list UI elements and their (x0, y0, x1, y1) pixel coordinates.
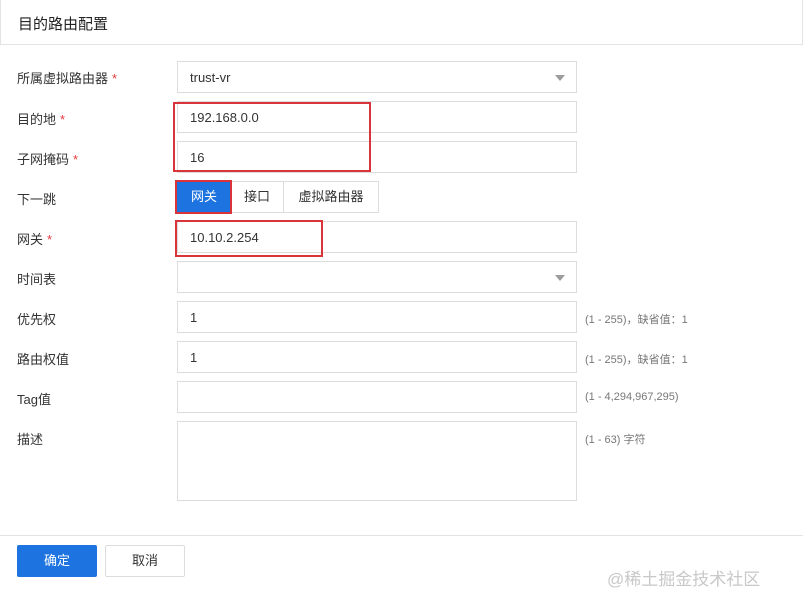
footer-divider (0, 535, 803, 536)
dialog-header: 目的路由配置 (0, 0, 803, 45)
required-mark: * (73, 152, 79, 167)
cancel-button[interactable]: 取消 (105, 545, 185, 577)
watermark: @稀土掘金技术社区 (607, 570, 761, 589)
description-textarea[interactable] (177, 421, 577, 501)
route-weight-input[interactable]: 1 (177, 341, 577, 373)
priority-hint: (1 - 255)，缺省值：1 (585, 314, 688, 326)
destination-input[interactable]: 192.168.0.0 (177, 101, 577, 133)
required-mark: * (112, 71, 118, 86)
schedule-label: 时间表 (17, 272, 57, 287)
chevron-down-icon (555, 75, 565, 81)
tag-input[interactable] (177, 381, 577, 413)
required-mark: * (60, 112, 66, 127)
dialog-title: 目的路由配置 (18, 16, 109, 33)
description-label: 描述 (17, 432, 44, 447)
subnet-mask-label: 子网掩码 * (17, 152, 79, 167)
subnet-mask-input[interactable]: 16 (177, 141, 577, 173)
route-weight-label: 路由权值 (17, 352, 70, 367)
gateway-label: 网关 * (17, 232, 53, 247)
vrouter-select[interactable]: trust-vr (177, 61, 577, 93)
vrouter-label: 所属虚拟路由器 * (17, 71, 118, 86)
next-hop-option-gateway[interactable]: 网关 (177, 181, 231, 213)
vrouter-select-value: trust-vr (190, 70, 231, 85)
next-hop-option-interface[interactable]: 接口 (230, 181, 284, 213)
gateway-input[interactable]: 10.10.2.254 (177, 221, 577, 253)
next-hop-label: 下一跳 (17, 192, 57, 207)
route-weight-hint: (1 - 255)，缺省值：1 (585, 354, 688, 366)
destination-label: 目的地 * (17, 112, 66, 127)
tag-hint: (1 - 4,294,967,295) (585, 391, 679, 403)
tag-label: Tag值 (17, 392, 51, 407)
priority-input[interactable]: 1 (177, 301, 577, 333)
next-hop-option-vrouter[interactable]: 虚拟路由器 (283, 181, 379, 213)
priority-input-value: 1 (190, 310, 198, 325)
schedule-select[interactable] (177, 261, 577, 293)
chevron-down-icon (555, 275, 565, 281)
destination-input-value: 192.168.0.0 (190, 110, 259, 125)
priority-label: 优先权 (17, 312, 57, 327)
route-weight-input-value: 1 (190, 350, 198, 365)
description-hint: (1 - 63) 字符 (585, 434, 646, 446)
gateway-input-value: 10.10.2.254 (190, 230, 259, 245)
required-mark: * (47, 232, 53, 247)
confirm-button[interactable]: 确定 (17, 545, 97, 577)
subnet-mask-input-value: 16 (190, 150, 205, 165)
